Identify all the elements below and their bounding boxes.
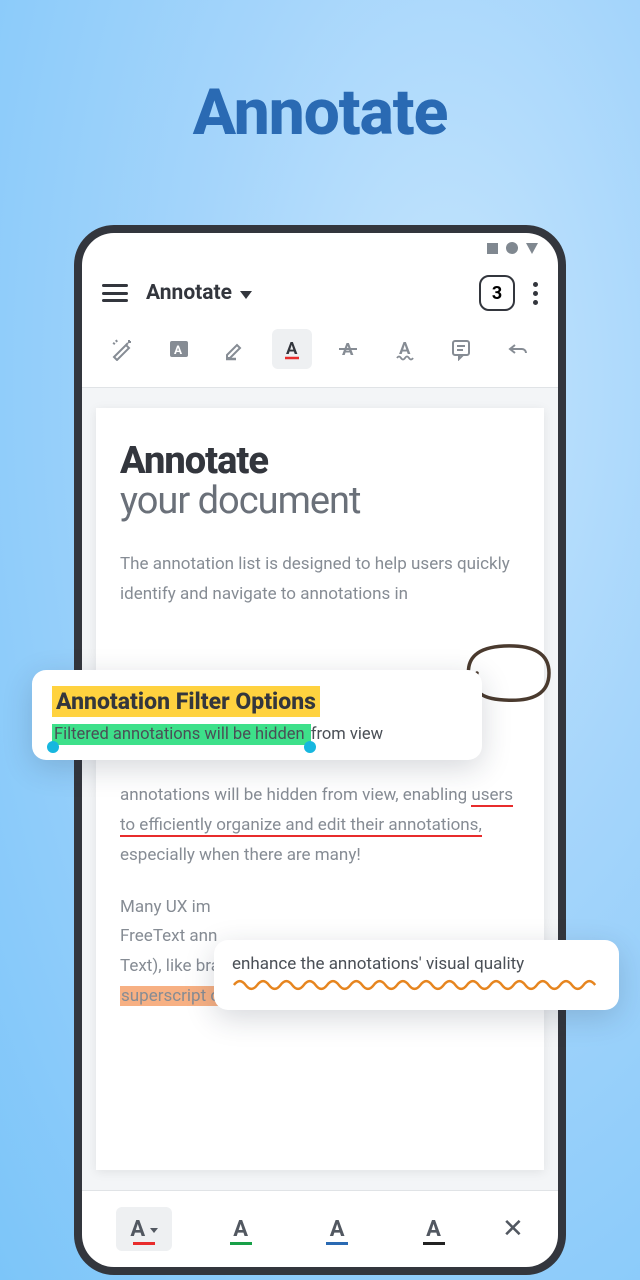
- mode-selector[interactable]: Annotate: [146, 281, 252, 305]
- document-title: Annotate your document: [120, 442, 520, 522]
- strikethrough-icon[interactable]: A: [328, 329, 368, 369]
- app-bar: Annotate 3: [82, 263, 558, 323]
- underline-green[interactable]: A: [213, 1207, 269, 1251]
- green-highlight-selection[interactable]: Filtered annotations will be hidden: [52, 724, 311, 745]
- undo-icon[interactable]: [498, 329, 538, 369]
- paragraph-1: The annotation list is designed to help …: [120, 550, 520, 610]
- status-triangle-icon: [526, 243, 538, 254]
- overflow-menu-icon[interactable]: [533, 282, 538, 305]
- selection-handle-left[interactable]: [47, 741, 59, 753]
- color-swatch-blue: [326, 1242, 348, 1245]
- paragraph-2: annotations will be hidden from view, en…: [120, 781, 520, 870]
- chevron-down-icon: [240, 291, 252, 299]
- svg-text:A: A: [399, 339, 411, 359]
- underline-red-icon[interactable]: A: [272, 329, 312, 369]
- underline-color-picker[interactable]: A: [116, 1207, 172, 1251]
- title-light: your document: [120, 482, 520, 522]
- highlighter-icon[interactable]: [215, 329, 255, 369]
- status-square-icon: [487, 243, 498, 254]
- mode-label: Annotate: [146, 281, 232, 305]
- squiggle-popup-text: enhance the annotations' visual quality: [232, 954, 601, 974]
- title-bold: Annotate: [120, 442, 520, 482]
- annotation-toolbar: A A A A: [82, 323, 558, 388]
- svg-text:A: A: [286, 339, 298, 359]
- magic-tool-icon[interactable]: [102, 329, 142, 369]
- bottom-toolbar: A A A A ✕: [82, 1190, 558, 1267]
- underline-black[interactable]: A: [406, 1207, 462, 1251]
- squiggle-popup[interactable]: enhance the annotations' visual quality: [214, 940, 619, 1010]
- svg-text:A: A: [174, 343, 183, 357]
- highlight-box-icon[interactable]: A: [159, 329, 199, 369]
- note-icon[interactable]: [441, 329, 481, 369]
- squiggle-underline-icon: [232, 978, 601, 992]
- yellow-highlight: Annotation Filter Options: [52, 686, 320, 717]
- document-page: Annotate your document The annotation li…: [96, 408, 544, 1170]
- document-viewport[interactable]: Annotate your document The annotation li…: [82, 388, 558, 1190]
- color-swatch-red: [133, 1242, 155, 1245]
- color-swatch-black: [423, 1242, 445, 1245]
- status-bar: [82, 233, 558, 263]
- squiggle-underline-icon[interactable]: A: [385, 329, 425, 369]
- highlight-popup[interactable]: Annotation Filter Options Filtered annot…: [32, 670, 482, 760]
- chevron-down-icon: [150, 1228, 158, 1233]
- page-count-badge[interactable]: 3: [479, 275, 515, 311]
- close-button[interactable]: ✕: [502, 1214, 524, 1244]
- status-circle-icon: [506, 242, 518, 254]
- underline-blue[interactable]: A: [309, 1207, 365, 1251]
- color-swatch-green: [230, 1242, 252, 1245]
- selection-handle-right[interactable]: [304, 741, 316, 753]
- menu-icon[interactable]: [102, 284, 128, 302]
- hero-title: Annotate: [0, 0, 640, 150]
